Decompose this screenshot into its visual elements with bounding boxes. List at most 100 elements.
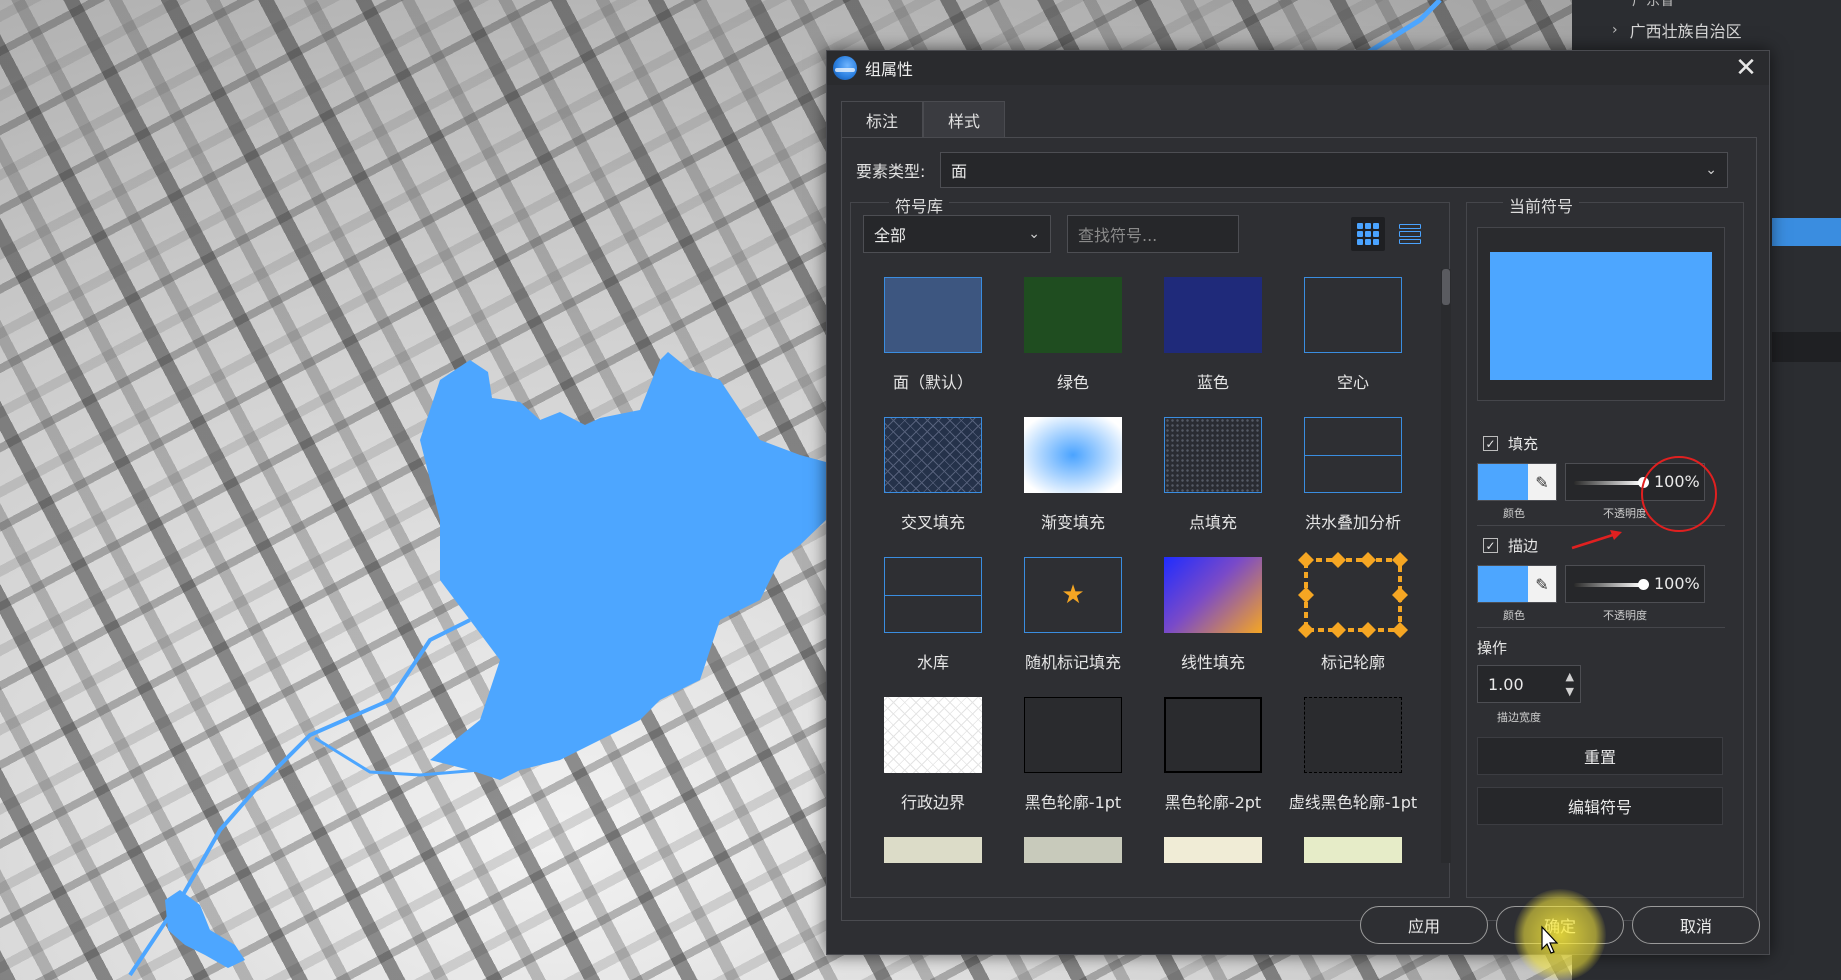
selected-row-highlight: [1772, 218, 1841, 246]
symbol-item[interactable]: 交叉填充: [863, 409, 1003, 539]
cancel-button[interactable]: 取消: [1632, 906, 1760, 944]
symbol-name: 线性填充: [1180, 653, 1245, 672]
symbol-item-partial[interactable]: [1003, 829, 1143, 863]
stroke-width-stepper[interactable]: 1.00 ▲ ▼: [1477, 665, 1581, 703]
symbol-item[interactable]: 标记轮廓: [1283, 549, 1423, 679]
fill-color-caption: 颜色: [1503, 507, 1525, 520]
symbol-item-partial[interactable]: [1143, 829, 1283, 863]
scrollbar-thumb[interactable]: [1442, 269, 1450, 305]
gradient-fill-swatch-icon: [1024, 417, 1122, 493]
symbol-name: 绿色: [1056, 373, 1089, 392]
symbol-name: 随机标记填充: [1024, 653, 1121, 672]
reservoir-polygon[interactable]: [420, 352, 826, 780]
dialog-titlebar[interactable]: 组属性 ✕: [827, 51, 1769, 85]
eyedropper-icon[interactable]: ✎: [1528, 464, 1556, 500]
stroke-width-value: 1.00: [1488, 674, 1524, 694]
symbol-name: 虚线黑色轮廓-1pt: [1288, 793, 1418, 812]
symbol-item[interactable]: 线性填充: [1143, 549, 1283, 679]
tree-item-partial[interactable]: 广东省: [1632, 0, 1674, 10]
panel-divider-strip: [1772, 332, 1841, 362]
symbol-item-partial[interactable]: [863, 829, 1003, 863]
cross-hatch-swatch-icon: [884, 417, 982, 493]
symbol-library-group: 符号库 全部 ⌄ 查找符号... 面（默认） 绿色 蓝色 空心 交叉填充 渐变填…: [850, 193, 1451, 898]
solid-fill-swatch-icon: [1304, 837, 1402, 863]
grid-view-button[interactable]: [1351, 217, 1385, 251]
solid-fill-swatch-icon: [1024, 837, 1122, 863]
symbol-item[interactable]: 行政边界: [863, 689, 1003, 819]
group-properties-dialog: 组属性 ✕ 标注 样式 要素类型: 面 ⌄ 符号库 全部 ⌄ 查找符号... 面…: [826, 50, 1770, 955]
slider-knob[interactable]: [1638, 579, 1649, 590]
fill-checkbox[interactable]: ✓: [1483, 436, 1498, 451]
fill-color-swatch[interactable]: [1478, 464, 1528, 500]
linear-gradient-swatch-icon: [1164, 557, 1262, 633]
edit-symbol-button[interactable]: 编辑符号: [1477, 787, 1723, 825]
stroke-color-picker[interactable]: ✎: [1477, 565, 1557, 603]
list-view-icon: [1399, 224, 1421, 244]
tab-bar: 标注 样式: [841, 101, 1006, 137]
feature-type-label: 要素类型:: [856, 162, 926, 181]
symbol-preview: [1477, 227, 1725, 401]
symbol-item-partial[interactable]: [1283, 829, 1423, 863]
symbol-item[interactable]: 绿色: [1003, 269, 1143, 399]
symbol-item[interactable]: 虚线黑色轮廓-1pt: [1283, 689, 1423, 819]
black-outline-swatch-icon: [1024, 697, 1122, 773]
symbol-item[interactable]: 水库: [863, 549, 1003, 679]
preview-swatch: [1490, 252, 1712, 380]
tab-label[interactable]: 标注: [841, 101, 924, 137]
symbol-item[interactable]: 点填充: [1143, 409, 1283, 539]
slider-track[interactable]: [1574, 481, 1642, 485]
tab-style[interactable]: 样式: [923, 101, 1006, 137]
list-view-button[interactable]: [1393, 217, 1427, 251]
symbol-name: 交叉填充: [900, 513, 965, 532]
stroke-checkbox[interactable]: ✓: [1483, 538, 1498, 553]
symbol-item[interactable]: 空心: [1283, 269, 1423, 399]
apply-button[interactable]: 应用: [1360, 906, 1488, 944]
ops-label: 操作: [1477, 639, 1508, 657]
symbol-name: 黑色轮廓-2pt: [1164, 793, 1262, 812]
eyedropper-icon[interactable]: ✎: [1528, 566, 1556, 602]
divider: [1477, 627, 1725, 628]
symbol-item[interactable]: 黑色轮廓-2pt: [1143, 689, 1283, 819]
pond-polygon[interactable]: [165, 890, 245, 968]
symbol-item[interactable]: 黑色轮廓-1pt: [1003, 689, 1143, 819]
chevron-right-icon[interactable]: ›: [1612, 22, 1618, 38]
symbol-item[interactable]: 蓝色: [1143, 269, 1283, 399]
stroke-toggle[interactable]: ✓ 描边: [1483, 535, 1538, 556]
symbol-item[interactable]: 面（默认）: [863, 269, 1003, 399]
stroke-color-swatch[interactable]: [1478, 566, 1528, 602]
fill-opacity-caption: 不透明度: [1603, 507, 1647, 520]
black-outline-swatch-icon: [1164, 697, 1262, 773]
symbol-grid-scrollbar[interactable]: [1441, 269, 1451, 863]
star-marker-swatch-icon: ★: [1024, 557, 1122, 633]
close-button[interactable]: ✕: [1731, 53, 1761, 83]
dot-fill-swatch-icon: [1164, 417, 1262, 493]
symbol-name: 面（默认）: [892, 373, 973, 392]
fill-toggle[interactable]: ✓ 填充: [1483, 433, 1538, 454]
marker-outline-swatch-icon: [1298, 552, 1408, 638]
fill-color-picker[interactable]: ✎: [1477, 463, 1557, 501]
chevron-up-icon[interactable]: ▲: [1566, 669, 1574, 684]
hollow-fill-swatch-icon: [1304, 277, 1402, 353]
symbol-name: 点填充: [1188, 513, 1237, 532]
solid-fill-swatch-icon: [884, 837, 982, 863]
slider-track[interactable]: [1574, 583, 1642, 587]
white-hatch-swatch-icon: [884, 697, 982, 773]
feature-type-select[interactable]: 面 ⌄: [940, 152, 1728, 188]
symbol-item[interactable]: 渐变填充: [1003, 409, 1143, 539]
split-outline-swatch-icon: [884, 557, 982, 633]
solid-fill-swatch-icon: [1164, 277, 1262, 353]
fill-label: 填充: [1508, 435, 1539, 453]
symbol-item[interactable]: 洪水叠加分析: [1283, 409, 1423, 539]
stroke-opacity-slider[interactable]: 100%: [1565, 565, 1705, 603]
tree-item-label: 广西壮族自治区: [1629, 22, 1742, 41]
symbol-item[interactable]: ★ 随机标记填充: [1003, 549, 1143, 679]
symbol-name: 黑色轮廓-1pt: [1024, 793, 1122, 812]
symbol-name: 渐变填充: [1040, 513, 1105, 532]
tree-item-guangxi[interactable]: › 广西壮族自治区: [1612, 18, 1742, 42]
reset-button[interactable]: 重置: [1477, 737, 1723, 775]
chevron-down-icon[interactable]: ▼: [1566, 684, 1574, 699]
click-highlight: [1514, 889, 1606, 980]
stepper-arrows[interactable]: ▲ ▼: [1566, 669, 1574, 699]
library-filter-select[interactable]: 全部 ⌄: [863, 215, 1051, 253]
symbol-search-input[interactable]: 查找符号...: [1067, 215, 1239, 253]
